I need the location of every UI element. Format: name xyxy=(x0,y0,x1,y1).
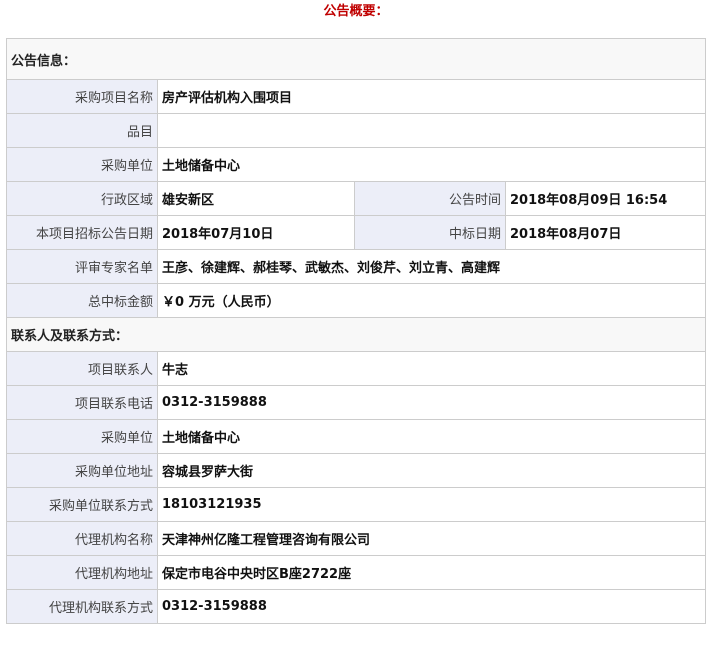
agency-address-value: 保定市电谷中央时区B座2722座 xyxy=(156,555,707,590)
contact-purchaser-value: 土地储备中心 xyxy=(156,419,707,454)
agency-address-label: 代理机构地址 xyxy=(6,555,158,590)
page-title: 公告概要： xyxy=(323,4,389,19)
agency-name-label: 代理机构名称 xyxy=(6,521,158,556)
purchaser-value: 土地储备中心 xyxy=(156,147,707,182)
project-phone-label: 项目联系电话 xyxy=(6,385,158,420)
table-row: 采购单位地址 容城县罗萨大街 xyxy=(6,453,707,488)
table-row: 项目联系电话 0312-3159888 xyxy=(6,385,707,420)
table-row: 代理机构地址 保定市电谷中央时区B座2722座 xyxy=(6,555,707,590)
announcement-table: 公告信息： 采购项目名称 房产评估机构入围项目 品目 采购单位 土地储备中心 行… xyxy=(5,38,707,624)
contact-purchaser-label: 采购单位 xyxy=(6,419,158,454)
purchaser-label: 采购单位 xyxy=(6,147,158,182)
table-row: 采购单位 土地储备中心 xyxy=(6,419,707,454)
table-row: 评审专家名单 王彦、徐建辉、郝桂琴、武敏杰、刘俊芹、刘立青、高建辉 xyxy=(6,249,707,284)
agency-contact-value: 0312-3159888 xyxy=(156,589,707,624)
experts-label: 评审专家名单 xyxy=(6,249,158,284)
section-header-contact: 联系人及联系方式： xyxy=(5,317,707,352)
table-row: 采购单位联系方式 18103121935 xyxy=(6,487,707,522)
award-date-label: 中标日期 xyxy=(354,215,506,250)
table-row: 采购单位 土地储备中心 xyxy=(6,147,707,182)
table-row: 品目 xyxy=(6,113,707,148)
region-label: 行政区域 xyxy=(6,181,158,216)
publish-time-label: 公告时间 xyxy=(354,181,506,216)
table-row: 行政区域 雄安新区 公告时间 2018年08月09日 16:54 xyxy=(6,181,707,216)
project-name-value: 房产评估机构入围项目 xyxy=(156,79,707,114)
table-row: 代理机构联系方式 0312-3159888 xyxy=(6,589,707,624)
project-contact-value: 牛志 xyxy=(156,351,707,386)
section-row: 联系人及联系方式： xyxy=(5,317,707,352)
award-date-value: 2018年08月07日 xyxy=(504,215,707,250)
item-value xyxy=(156,113,707,148)
tender-date-label: 本项目招标公告日期 xyxy=(6,215,158,250)
agency-name-value: 天津神州亿隆工程管理咨询有限公司 xyxy=(156,521,707,556)
item-label: 品目 xyxy=(6,113,158,148)
tender-date-value: 2018年07月10日 xyxy=(157,215,355,250)
table-row: 总中标金额 ￥0 万元（人民币） xyxy=(6,283,707,318)
publish-time-value: 2018年08月09日 16:54 xyxy=(504,181,707,216)
purchaser-address-value: 容城县罗萨大街 xyxy=(156,453,707,488)
project-name-label: 采购项目名称 xyxy=(6,79,158,114)
region-value: 雄安新区 xyxy=(157,181,355,216)
purchaser-address-label: 采购单位地址 xyxy=(6,453,158,488)
table-row: 项目联系人 牛志 xyxy=(6,351,707,386)
experts-value: 王彦、徐建辉、郝桂琴、武敏杰、刘俊芹、刘立青、高建辉 xyxy=(156,249,707,284)
section-header-announcement: 公告信息： xyxy=(5,38,707,80)
project-contact-label: 项目联系人 xyxy=(6,351,158,386)
total-amount-label: 总中标金额 xyxy=(6,283,158,318)
table-row: 代理机构名称 天津神州亿隆工程管理咨询有限公司 xyxy=(6,521,707,556)
purchaser-contact-value: 18103121935 xyxy=(156,487,707,522)
table-row: 采购项目名称 房产评估机构入围项目 xyxy=(6,79,707,114)
table-row: 本项目招标公告日期 2018年07月10日 中标日期 2018年08月07日 xyxy=(6,215,707,250)
purchaser-contact-label: 采购单位联系方式 xyxy=(6,487,158,522)
total-amount-value: ￥0 万元（人民币） xyxy=(156,283,707,318)
agency-contact-label: 代理机构联系方式 xyxy=(6,589,158,624)
section-row: 公告信息： xyxy=(5,38,707,80)
project-phone-value: 0312-3159888 xyxy=(156,385,707,420)
